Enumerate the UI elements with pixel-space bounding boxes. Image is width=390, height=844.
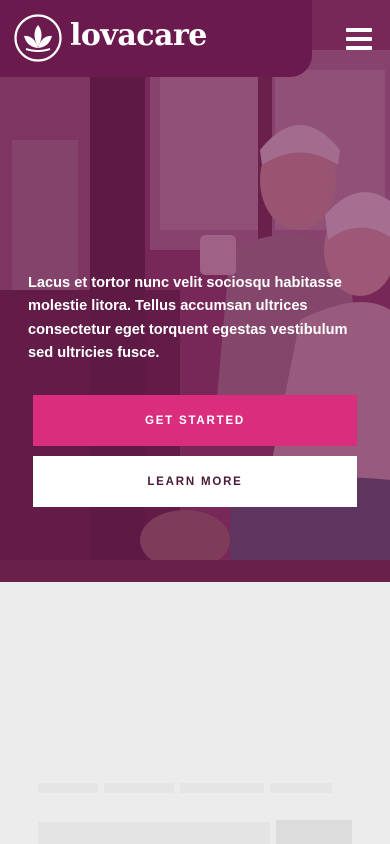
menu-line [346,28,372,32]
hamburger-menu-icon[interactable] [346,28,372,50]
logo-link[interactable]: lovacare [14,14,207,62]
hero-section: lovacare Lacus et tortor nunc velit soci… [0,0,390,582]
menu-line [346,37,372,41]
page: lovacare Lacus et tortor nunc velit soci… [0,0,390,844]
faded-input-placeholder [38,822,270,844]
site-header: lovacare [0,0,312,77]
brand-name: lovacare [70,18,207,53]
menu-line [346,46,372,50]
get-started-button[interactable]: GET STARTED [33,395,357,446]
lotus-logo-icon [14,14,62,62]
faded-text-shape [38,783,332,793]
hero-description: Lacus et tortor nunc velit sociosqu habi… [28,275,348,361]
faded-content-section [0,582,390,844]
faded-heading-placeholder [38,780,338,801]
faded-button-placeholder [276,820,352,844]
learn-more-button[interactable]: LEARN MORE [33,456,357,507]
